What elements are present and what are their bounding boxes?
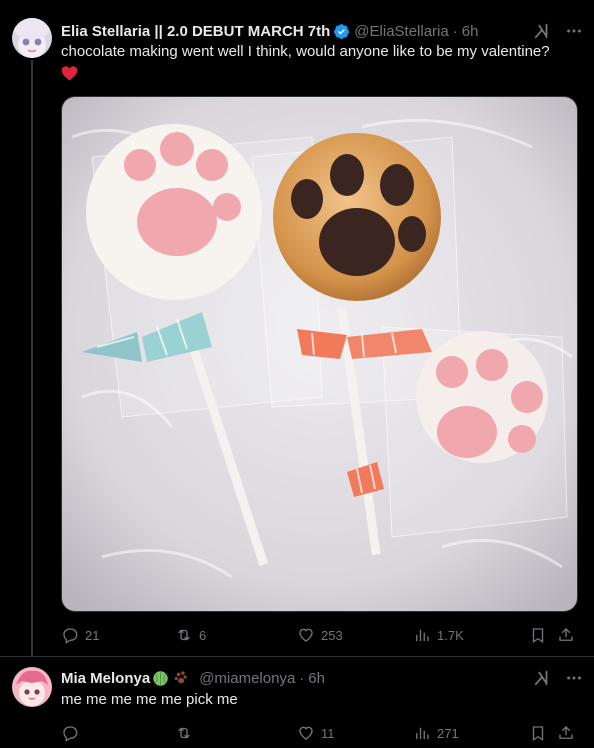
- tweet-header: Mia Melonya @miamelonya · 6h: [61, 667, 325, 689]
- tweet-actions: 11 271: [61, 724, 579, 744]
- bookmark-icon: [532, 628, 544, 644]
- bookmark-button[interactable]: [529, 626, 547, 644]
- more-icon[interactable]: [565, 669, 583, 687]
- repost-button[interactable]: 6: [175, 626, 206, 644]
- like-icon: [299, 726, 313, 740]
- views-icon: [416, 629, 429, 641]
- views-button[interactable]: 1.7K: [413, 626, 464, 644]
- tweet-divider: [0, 656, 594, 657]
- repost-icon: [178, 727, 190, 739]
- share-icon: [559, 726, 573, 739]
- tweet-top-actions: [533, 669, 583, 687]
- repost-button[interactable]: [175, 724, 199, 742]
- timestamp[interactable]: 6h: [308, 670, 325, 687]
- handle[interactable]: @EliaStellaria: [354, 23, 448, 40]
- reply-button[interactable]: 21: [61, 626, 99, 644]
- tweet-actions: 21 6 253 1.7K: [61, 626, 579, 646]
- tweet-media-image[interactable]: [61, 96, 578, 612]
- thread-line: [31, 60, 33, 656]
- melon-emoji-icon: [153, 670, 168, 686]
- paw-emoji-icon: [174, 671, 187, 684]
- tweet-text: me me me me me pick me: [61, 691, 238, 708]
- like-icon: [299, 628, 313, 642]
- grok-icon[interactable]: [533, 22, 551, 40]
- heart-emoji-icon: [61, 66, 78, 81]
- handle[interactable]: @miamelonya: [199, 670, 295, 687]
- avatar[interactable]: [12, 667, 52, 707]
- bookmark-icon: [532, 726, 544, 742]
- reply-button[interactable]: [61, 724, 85, 742]
- timestamp[interactable]: 6h: [462, 23, 479, 40]
- tweet-header: Elia Stellaria || 2.0 DEBUT MARCH 7th @E…: [61, 20, 478, 42]
- share-icon: [559, 628, 573, 641]
- separator: ·: [299, 669, 305, 687]
- grok-icon[interactable]: [533, 669, 551, 687]
- repost-icon: [178, 629, 190, 641]
- share-button[interactable]: [557, 626, 575, 644]
- avatar[interactable]: [12, 18, 52, 58]
- reply-icon: [63, 726, 78, 742]
- more-icon[interactable]: [565, 22, 583, 40]
- views-button[interactable]: 271: [413, 724, 459, 742]
- bookmark-button[interactable]: [529, 724, 547, 742]
- verified-badge-icon: [334, 23, 350, 39]
- like-button[interactable]: 11: [297, 724, 335, 742]
- like-button[interactable]: 253: [297, 626, 343, 644]
- tweet-text: chocolate making went well I think, woul…: [61, 43, 550, 60]
- display-name[interactable]: Elia Stellaria || 2.0 DEBUT MARCH 7th: [61, 23, 330, 40]
- views-icon: [416, 727, 429, 739]
- display-name[interactable]: Mia Melonya: [61, 670, 150, 687]
- reply-icon: [63, 628, 78, 644]
- separator: ·: [452, 22, 458, 40]
- tweet-top-actions: [533, 22, 583, 40]
- share-button[interactable]: [557, 724, 575, 742]
